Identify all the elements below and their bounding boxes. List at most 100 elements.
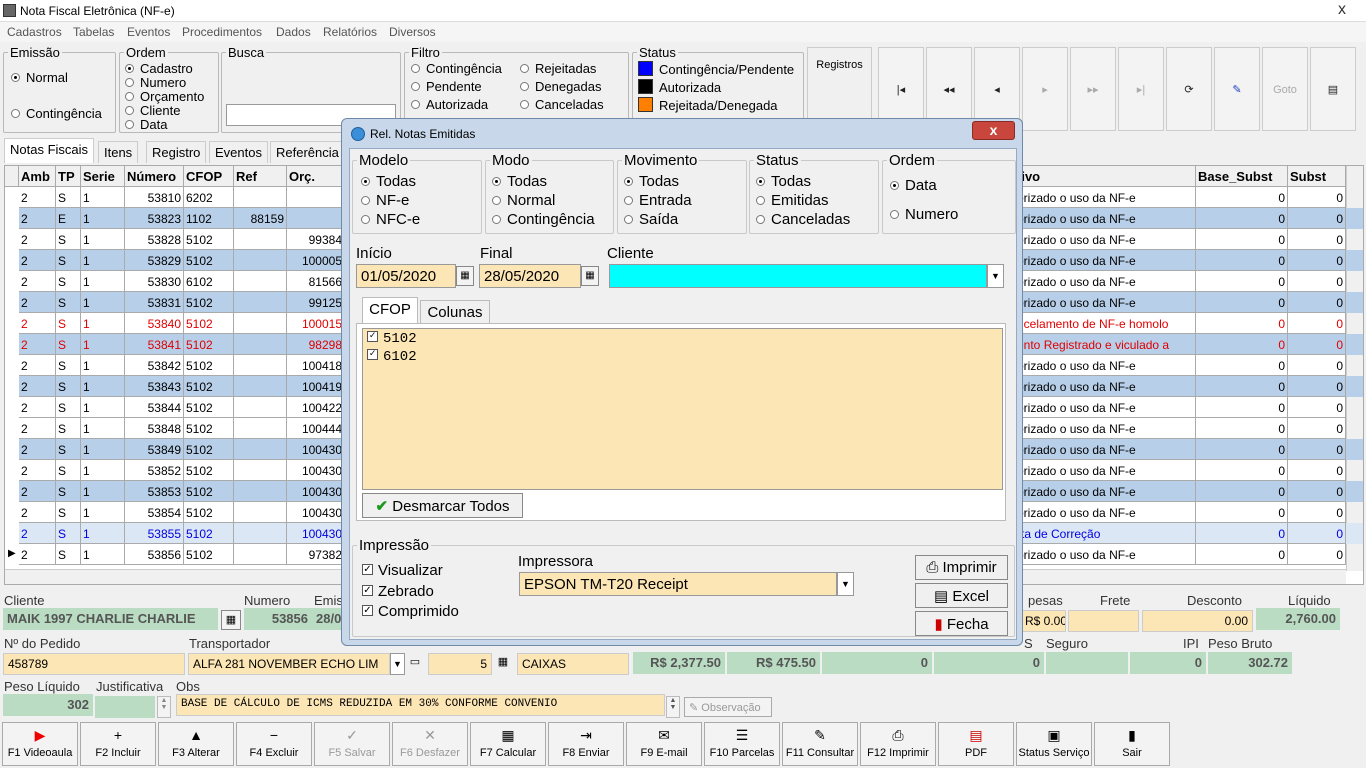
status-todas-radio[interactable]: Todas xyxy=(756,173,811,190)
tab-referencia[interactable]: Referência xyxy=(270,141,345,163)
tab-cfop[interactable]: CFOP xyxy=(362,297,418,324)
col-tp[interactable]: TP xyxy=(56,166,81,187)
next-page-button[interactable]: ▸▸ xyxy=(1070,47,1116,131)
cfop-list[interactable] xyxy=(362,328,1003,490)
movimento-saida-radio[interactable]: Saída xyxy=(624,211,678,228)
imprimir-button[interactable]: ⎙ Imprimir xyxy=(915,555,1008,580)
ordem-cadastro-radio[interactable]: Cadastro xyxy=(125,61,193,76)
excel-button[interactable]: ▤ Excel xyxy=(915,583,1008,608)
quantidade-field[interactable]: 5 xyxy=(428,653,492,675)
status-canceladas-radio[interactable]: Canceladas xyxy=(756,211,850,228)
desconto-field[interactable]: 0.00 xyxy=(1142,610,1253,632)
final-date-field[interactable]: 28/05/2020 xyxy=(479,264,581,288)
fkey-button-13[interactable]: ▤ PDF xyxy=(938,722,1014,766)
menu-eventos[interactable]: Eventos xyxy=(127,25,170,39)
fecha-button[interactable]: ▮ Fecha xyxy=(915,611,1008,636)
menu-procedimentos[interactable]: Procedimentos xyxy=(182,25,262,39)
filtro-rejeitadas-radio[interactable]: Rejeitadas xyxy=(520,61,596,76)
fkey-button-4[interactable]: − F4 Excluir xyxy=(236,722,312,766)
filtro-autorizada-radio[interactable]: Autorizada xyxy=(411,97,488,112)
col-amb[interactable]: Amb xyxy=(19,166,56,187)
impressora-select[interactable]: EPSON TM-T20 Receipt xyxy=(519,572,837,596)
comprimido-checkbox[interactable]: ✓ Comprimido xyxy=(362,603,459,620)
col-subst[interactable]: Subst xyxy=(1288,166,1346,187)
dialog-cliente-select[interactable] xyxy=(609,264,987,288)
transportador-dropdown-icon[interactable]: ▼ xyxy=(390,653,405,675)
tab-itens[interactable]: Itens xyxy=(98,141,139,163)
fkey-button-6[interactable]: ✕ F6 Desfazer xyxy=(392,722,468,766)
impressora-dropdown-icon[interactable]: ▼ xyxy=(837,572,854,596)
menu-relatorios[interactable]: Relatórios xyxy=(323,25,377,39)
menu-tabelas[interactable]: Tabelas xyxy=(73,25,114,39)
desmarcar-todos-button[interactable]: ✔ Desmarcar Todos xyxy=(362,493,523,518)
filtro-contingencia-radio[interactable]: Contingência xyxy=(411,61,502,76)
fkey-button-9[interactable]: ✉ F9 E-mail xyxy=(626,722,702,766)
goto-button[interactable]: Goto xyxy=(1262,47,1308,131)
fkey-button-15[interactable]: ▮ Sair xyxy=(1094,722,1170,766)
col-orc[interactable]: Orç. xyxy=(287,166,345,187)
filtro-canceladas-radio[interactable]: Canceladas xyxy=(520,97,604,112)
fkey-button-2[interactable]: + F2 Incluir xyxy=(80,722,156,766)
col-ref[interactable]: Ref xyxy=(234,166,287,187)
emissao-normal-radio[interactable]: Normal xyxy=(11,70,68,85)
modelo-nfe-radio[interactable]: NF-e xyxy=(361,192,409,209)
cfop-5102-checkbox[interactable]: ✓ 5102 xyxy=(367,330,417,347)
fkey-button-14[interactable]: ▣ Status Serviço xyxy=(1016,722,1092,766)
obs-field[interactable]: BASE DE CÁLCULO DE ICMS REDUZIDA EM 30% … xyxy=(176,694,665,716)
zebrado-checkbox[interactable]: ✓ Zebrado xyxy=(362,583,434,600)
inicio-calendar-icon[interactable]: ▦ xyxy=(456,266,474,286)
refresh-icon[interactable]: ⟳ xyxy=(1166,47,1212,131)
modo-todas-radio[interactable]: Todas xyxy=(492,173,547,190)
movimento-todas-radio[interactable]: Todas xyxy=(624,173,679,190)
emissao-contingencia-radio[interactable]: Contingência xyxy=(11,106,102,121)
col-cfop[interactable]: CFOP xyxy=(184,166,234,187)
especie-field[interactable]: CAIXAS xyxy=(517,653,629,675)
cfop-6102-checkbox[interactable]: ✓ 6102 xyxy=(367,348,417,365)
transportador-select[interactable]: ALFA 281 NOVEMBER ECHO LIM xyxy=(188,653,390,675)
ordem-orcamento-radio[interactable]: Orçamento xyxy=(125,89,204,104)
quantidade-calc-icon[interactable]: ▦ xyxy=(493,655,513,673)
col-numero[interactable]: Número xyxy=(125,166,184,187)
last-record-button[interactable]: ▸| xyxy=(1118,47,1164,131)
col-motivo[interactable]: tivo xyxy=(1015,166,1196,187)
ordem-cliente-radio[interactable]: Cliente xyxy=(125,103,180,118)
ordem-numero-radio[interactable]: Numero xyxy=(125,75,186,90)
fkey-button-12[interactable]: ⎙ F12 Imprimir xyxy=(860,722,936,766)
modelo-nfce-radio[interactable]: NFC-e xyxy=(361,211,420,228)
tab-eventos[interactable]: Eventos xyxy=(209,141,268,163)
despesas-field[interactable]: R$ 0.00 xyxy=(1020,610,1066,632)
fkey-button-7[interactable]: ▦ F7 Calcular xyxy=(470,722,546,766)
col-base-subst[interactable]: Base_Subst xyxy=(1196,166,1288,187)
movimento-entrada-radio[interactable]: Entrada xyxy=(624,192,692,209)
ordem-data-dialog-radio[interactable]: Data xyxy=(890,177,937,194)
col-serie[interactable]: Serie xyxy=(81,166,125,187)
justificativa-field[interactable] xyxy=(95,696,155,718)
fkey-button-3[interactable]: ▲ F3 Alterar xyxy=(158,722,234,766)
fkey-button-1[interactable]: ▶ F1 Videoaula xyxy=(2,722,78,766)
tab-registro[interactable]: Registro xyxy=(146,141,207,163)
modelo-todas-radio[interactable]: Todas xyxy=(361,173,416,190)
filtro-pendente-radio[interactable]: Pendente xyxy=(411,79,482,94)
edit-tag-icon[interactable]: ✎ xyxy=(1214,47,1260,131)
fkey-button-11[interactable]: ✎ F11 Consultar xyxy=(782,722,858,766)
pedido-field[interactable]: 458789 xyxy=(3,653,185,675)
final-calendar-icon[interactable]: ▦ xyxy=(581,266,599,286)
cliente-dropdown-icon[interactable]: ▼ xyxy=(987,264,1004,288)
calendar-icon[interactable]: ▤ xyxy=(1310,47,1356,131)
close-icon[interactable]: x xyxy=(1319,0,1365,20)
modo-contingencia-radio[interactable]: Contingência xyxy=(492,211,595,228)
justificativa-spin-icon[interactable]: ▲ ▼ xyxy=(157,696,171,718)
filtro-denegadas-radio[interactable]: Denegadas xyxy=(520,79,602,94)
frete-field[interactable] xyxy=(1068,610,1139,632)
status-emitidas-radio[interactable]: Emitidas xyxy=(756,192,829,209)
fkey-button-5[interactable]: ✓ F5 Salvar xyxy=(314,722,390,766)
next-record-button[interactable]: ▸ xyxy=(1022,47,1068,131)
fkey-button-10[interactable]: ☰ F10 Parcelas xyxy=(704,722,780,766)
obs-spin-icon[interactable]: ▲ ▼ xyxy=(666,696,680,718)
ordem-numero-dialog-radio[interactable]: Numero xyxy=(890,206,958,223)
tab-notas-fiscais[interactable]: Notas Fiscais xyxy=(4,138,95,163)
dialog-close-icon[interactable]: x xyxy=(972,121,1015,140)
menu-diversos[interactable]: Diversos xyxy=(389,25,436,39)
menu-cadastros[interactable]: Cadastros xyxy=(7,25,62,39)
fkey-button-8[interactable]: ⇥ F8 Enviar xyxy=(548,722,624,766)
